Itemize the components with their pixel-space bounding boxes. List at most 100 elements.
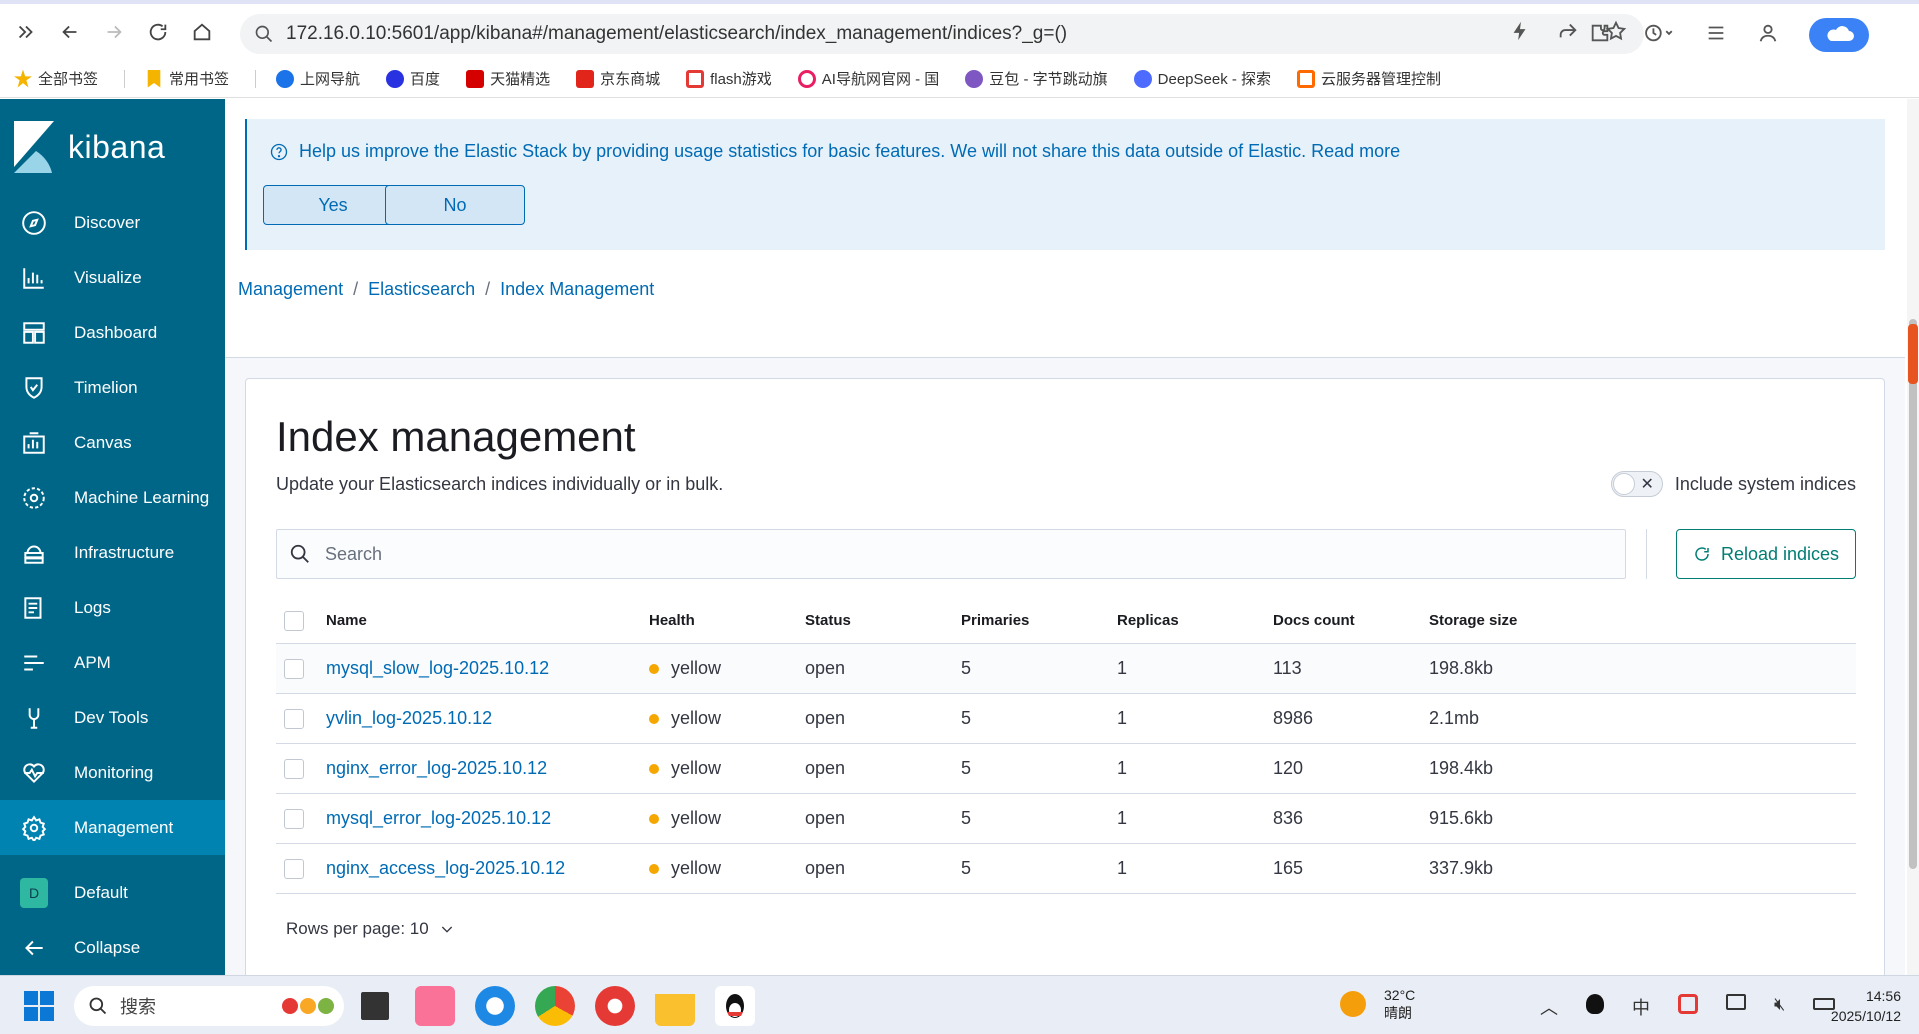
scroll-thumb[interactable]	[1909, 319, 1917, 869]
column-primaries[interactable]: Primaries	[961, 599, 1117, 644]
collapse-button[interactable]: Collapse	[0, 920, 225, 975]
main-content: Help us improve the Elastic Stack by pro…	[225, 99, 1905, 975]
no-button[interactable]: No	[385, 185, 525, 225]
column-replicas[interactable]: Replicas	[1117, 599, 1273, 644]
index-name-link[interactable]: nginx_access_log-2025.10.12	[326, 858, 565, 878]
breadcrumb-management[interactable]: Management	[238, 279, 343, 300]
column-docs-count[interactable]: Docs count	[1273, 599, 1429, 644]
bookmark-deepseek[interactable]: DeepSeek - 探索	[1133, 68, 1271, 89]
health-value: yellow	[671, 757, 722, 778]
index-name-link[interactable]: mysql_error_log-2025.10.12	[326, 808, 551, 828]
bookmark-baidu[interactable]: 百度	[386, 68, 440, 89]
history-icon[interactable]	[1641, 22, 1675, 49]
nav-discover[interactable]: Discover	[0, 195, 225, 250]
breadcrumb-index-management[interactable]: Index Management	[500, 279, 654, 300]
nav-infrastructure[interactable]: Infrastructure	[0, 525, 225, 580]
yes-button[interactable]: Yes	[263, 185, 403, 225]
file-explorer-icon[interactable]	[655, 986, 695, 1026]
home-button[interactable]	[180, 10, 224, 54]
expand-sidebar-icon[interactable]	[4, 10, 48, 54]
qq-tray-icon[interactable]	[1586, 994, 1604, 1014]
index-name-link[interactable]: yvlin_log-2025.10.12	[326, 708, 492, 728]
swift-app-icon[interactable]	[595, 986, 635, 1026]
storage-size-cell: 337.9kb	[1429, 843, 1856, 894]
index-name-link[interactable]: nginx_error_log-2025.10.12	[326, 758, 547, 778]
network-icon[interactable]	[1726, 994, 1746, 1010]
row-checkbox[interactable]	[284, 808, 304, 829]
qq-icon[interactable]	[715, 986, 755, 1026]
weather-widget[interactable]: 32°C 晴朗	[1340, 986, 1415, 1022]
extensions-icon[interactable]	[1589, 22, 1611, 49]
chrome-icon[interactable]	[535, 986, 575, 1026]
column-storage-size[interactable]: Storage size	[1429, 599, 1856, 644]
taskbar-search[interactable]: 搜索	[74, 986, 344, 1026]
bookmark-common[interactable]: 常用书签	[145, 68, 229, 89]
nav-visualize[interactable]: Visualize	[0, 250, 225, 305]
bookmark-all[interactable]: 全部书签	[14, 68, 98, 89]
bookmark-tmall[interactable]: 天猫精选	[466, 68, 550, 89]
search-input[interactable]: Search	[276, 529, 1626, 579]
health-value: yellow	[671, 707, 722, 728]
chevron-up-icon[interactable]: ︿	[1540, 994, 1558, 1020]
bookmark-nav[interactable]: 上网导航	[276, 68, 360, 89]
account-icon[interactable]	[1757, 22, 1779, 49]
row-checkbox[interactable]	[284, 858, 304, 879]
nav-logs[interactable]: Logs	[0, 580, 225, 635]
nav-timelion[interactable]: Timelion	[0, 360, 225, 415]
bookmark-doubao[interactable]: 豆包 - 字节跳动旗	[965, 68, 1108, 89]
refresh-icon	[1695, 547, 1709, 561]
windows-start-icon[interactable]	[24, 991, 54, 1021]
select-all-checkbox[interactable]	[284, 610, 304, 631]
nav-monitoring[interactable]: Monitoring	[0, 745, 225, 800]
system-indices-toggle-row: ✕ Include system indices	[1610, 471, 1856, 497]
bookmark-cloud[interactable]: 云服务器管理控制	[1297, 68, 1441, 89]
search-placeholder: Search	[325, 543, 383, 564]
address-bar[interactable]: 172.16.0.10:5601/app/kibana#/management/…	[240, 14, 1644, 54]
row-checkbox[interactable]	[284, 708, 304, 729]
space-badge: D	[20, 877, 48, 908]
toggle-knob	[1612, 473, 1635, 495]
ime-indicator[interactable]: 中	[1632, 994, 1650, 1020]
rows-per-page-selector[interactable]: Rows per page: 10	[286, 919, 455, 939]
forward-button[interactable]	[92, 10, 136, 54]
primaries-cell: 5	[961, 693, 1117, 744]
bookmark-ai-nav[interactable]: AI导航网官网 - 国	[797, 68, 939, 89]
nav-dev-tools[interactable]: Dev Tools	[0, 690, 225, 745]
task-view-icon[interactable]	[355, 986, 395, 1026]
back-button[interactable]	[48, 10, 92, 54]
system-indices-toggle[interactable]: ✕	[1610, 471, 1663, 497]
bookmark-separator	[255, 69, 257, 88]
column-name[interactable]: Name	[326, 599, 649, 644]
space-selector[interactable]: D Default	[0, 865, 225, 920]
breadcrumb-elasticsearch[interactable]: Elasticsearch	[368, 279, 475, 300]
nav-dashboard[interactable]: Dashboard	[0, 305, 225, 360]
browser-app-icon[interactable]	[475, 986, 515, 1026]
clock[interactable]: 14:56 2025/10/12	[1831, 986, 1901, 1026]
index-name-link[interactable]: mysql_slow_log-2025.10.12	[326, 658, 549, 678]
bilibili-icon[interactable]	[415, 986, 455, 1026]
health-value: yellow	[671, 807, 722, 828]
lightning-icon[interactable]	[1507, 18, 1533, 44]
speaker-muted-icon[interactable]: 🔇︎	[1774, 994, 1785, 1020]
status-cell: open	[805, 843, 961, 894]
nav-machine-learning[interactable]: Machine Learning	[0, 470, 225, 525]
column-status[interactable]: Status	[805, 599, 961, 644]
nav-apm[interactable]: APM	[0, 635, 225, 690]
nav-management[interactable]: Management	[0, 800, 225, 855]
nav-canvas[interactable]: Canvas	[0, 415, 225, 470]
bookmark-jd[interactable]: 京东商城	[576, 68, 660, 89]
page-scrollbar[interactable]	[1907, 99, 1919, 975]
kibana-logo[interactable]: kibana	[0, 99, 225, 195]
flash-icon	[686, 69, 705, 88]
cloud-sync-button[interactable]	[1809, 18, 1869, 52]
row-checkbox[interactable]	[284, 758, 304, 779]
sogou-icon[interactable]	[1678, 994, 1698, 1014]
column-health[interactable]: Health	[649, 599, 805, 644]
table-row: yvlin_log-2025.10.12 yellow open 5 1 898…	[276, 693, 1856, 744]
reload-page-button[interactable]	[136, 10, 180, 54]
reload-indices-button[interactable]: Reload indices	[1676, 529, 1856, 579]
share-icon[interactable]	[1555, 18, 1581, 44]
row-checkbox[interactable]	[284, 658, 304, 679]
menu-icon[interactable]	[1705, 22, 1727, 49]
bookmark-flash[interactable]: flash游戏	[686, 68, 772, 89]
